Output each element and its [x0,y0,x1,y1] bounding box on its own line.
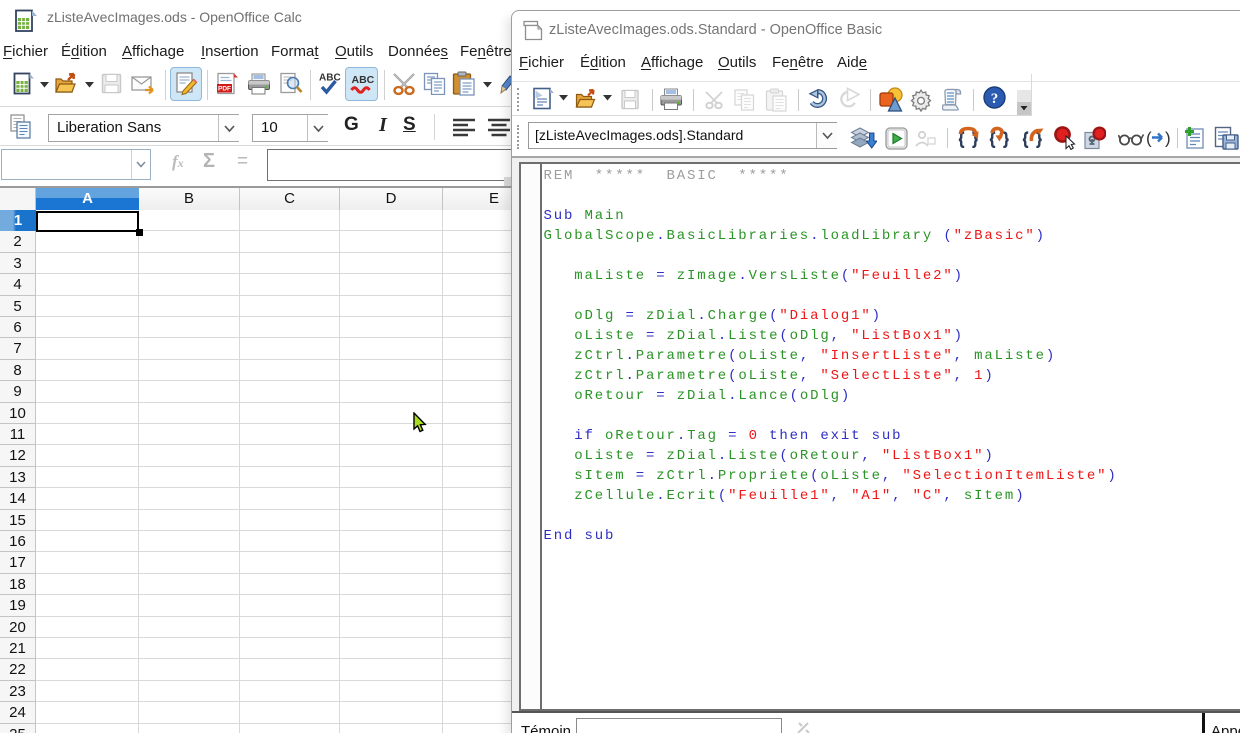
svg-text:ABC: ABC [352,74,375,86]
svg-text:(: ( [1146,129,1152,148]
svg-text:): ) [1165,129,1171,148]
svg-text:?: ? [991,91,999,107]
svg-text:ABC: ABC [319,73,341,84]
svg-text:PDF: PDF [218,86,231,93]
